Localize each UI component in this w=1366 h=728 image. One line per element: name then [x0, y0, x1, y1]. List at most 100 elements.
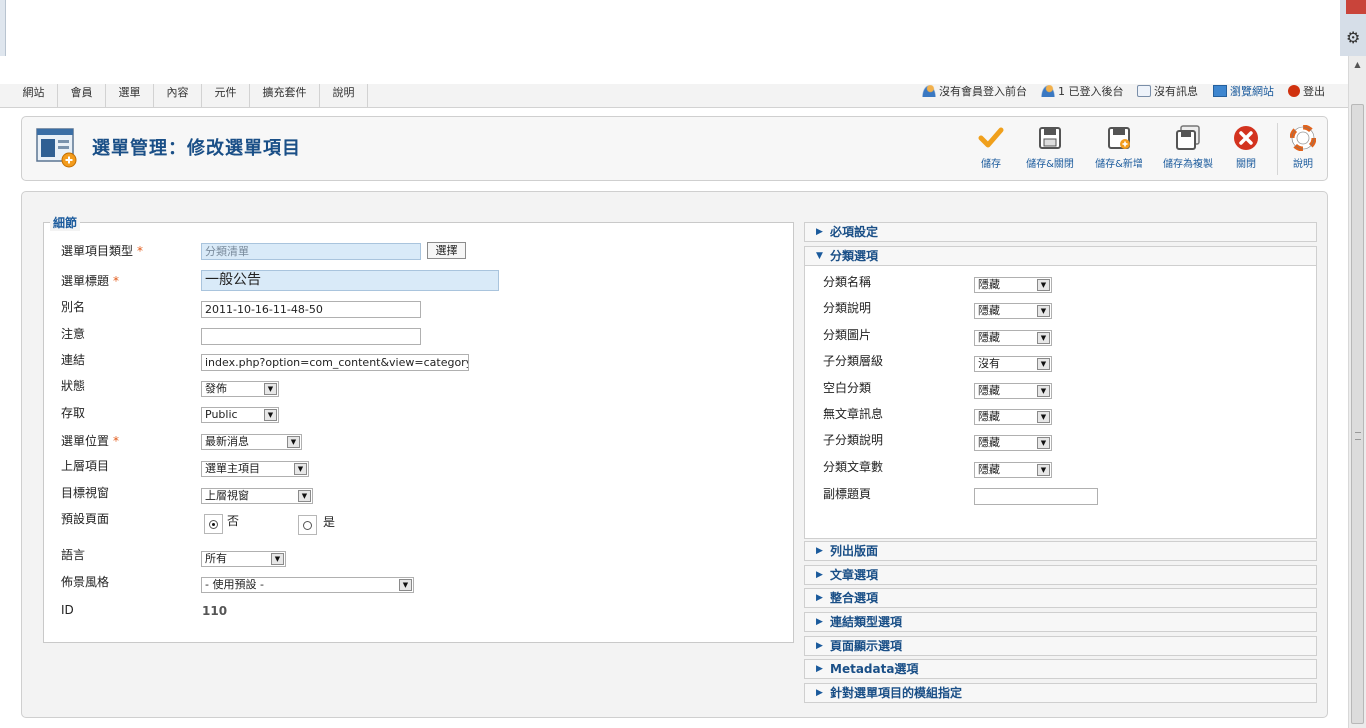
opt-page-subheading-label: 副標題頁 — [823, 487, 872, 501]
collapsed-arrow-icon: ▶ — [816, 641, 823, 651]
link-input: index.php?option=com_content&view=catego… — [201, 354, 469, 371]
title-label: 選單標題 * — [61, 274, 120, 288]
default-yes-label: 是 — [323, 515, 336, 529]
save-label: 儲存 — [981, 159, 1001, 170]
panel-page-display-options[interactable]: ▶ 頁面顯示選項 — [804, 636, 1317, 656]
close-label: 關閉 — [1236, 159, 1256, 170]
dropdown-arrow-icon: ▼ — [1037, 464, 1050, 476]
help-button[interactable]: 說明 — [1286, 125, 1320, 173]
save-button[interactable]: 儲存 — [974, 125, 1008, 173]
opt-category-image-label: 分類圖片 — [823, 328, 872, 342]
dropdown-arrow-icon: ▼ — [1037, 385, 1050, 397]
menu-components[interactable]: 元件 — [202, 84, 250, 108]
collapsed-arrow-icon: ▶ — [816, 664, 823, 674]
scroll-up-arrow-icon[interactable]: ▲ — [1349, 56, 1366, 73]
opt-category-desc-select[interactable]: 隱藏 ▼ — [974, 303, 1052, 319]
select-type-button[interactable]: 選擇 — [427, 242, 466, 259]
menu-help[interactable]: 說明 — [320, 84, 368, 108]
default-page-label: 預設頁面 — [61, 512, 110, 526]
dropdown-arrow-icon: ▼ — [1037, 279, 1050, 291]
view-site-link[interactable]: 瀏覽網站 — [1213, 84, 1274, 100]
dropdown-arrow-icon: ▼ — [287, 436, 300, 448]
collapsed-arrow-icon: ▶ — [816, 570, 823, 580]
gear-icon[interactable]: ⚙ — [1346, 28, 1360, 47]
panel-integration-options[interactable]: ▶ 整合選項 — [804, 588, 1317, 608]
template-style-value: - 使用預設 - — [205, 578, 264, 591]
opt-subcategory-levels-select[interactable]: 沒有 ▼ — [974, 356, 1052, 372]
opt-subcategory-levels-label: 子分類層級 — [823, 354, 884, 368]
panel-article-options-title: 文章選項 — [830, 568, 879, 582]
opt-category-image-value: 隱藏 — [978, 331, 1000, 344]
scrollbar-thumb[interactable] — [1351, 104, 1364, 724]
opt-no-articles-value: 隱藏 — [978, 410, 1000, 423]
template-style-select[interactable]: - 使用預設 - ▼ — [201, 577, 414, 593]
save-new-label: 儲存&新增 — [1095, 159, 1143, 170]
parent-select[interactable]: 選單主項目 ▼ — [201, 461, 309, 477]
logout-link[interactable]: 登出 — [1288, 84, 1325, 100]
panel-category-options[interactable]: ▼ 分類選項 — [804, 246, 1317, 266]
status-frontend-users-text: 沒有會員登入前台 — [939, 85, 1027, 98]
panel-integration-options-title: 整合選項 — [830, 591, 879, 605]
panel-module-assignment[interactable]: ▶ 針對選單項目的模組指定 — [804, 683, 1317, 703]
dropdown-arrow-icon: ▼ — [1037, 332, 1050, 344]
lifebuoy-icon — [1290, 125, 1316, 151]
menu-users[interactable]: 會員 — [58, 84, 106, 108]
opt-empty-categories-select[interactable]: 隱藏 ▼ — [974, 383, 1052, 399]
panel-link-type-options[interactable]: ▶ 連結類型選項 — [804, 612, 1317, 632]
opt-article-count-select[interactable]: 隱藏 ▼ — [974, 462, 1052, 478]
dropdown-arrow-icon: ▼ — [264, 383, 277, 395]
type-field: 分類清單 — [201, 243, 421, 260]
browser-window-edge — [0, 0, 6, 56]
save-new-button[interactable]: 儲存&新增 — [1090, 125, 1148, 173]
close-button[interactable]: 關閉 — [1229, 125, 1263, 173]
panel-article-options[interactable]: ▶ 文章選項 — [804, 565, 1317, 585]
save-close-label: 儲存&關閉 — [1026, 159, 1074, 170]
save-copy-button[interactable]: 儲存為複製 — [1158, 125, 1218, 173]
panel-metadata-options[interactable]: ▶ Metadata選項 — [804, 659, 1317, 679]
menu-content[interactable]: 內容 — [154, 84, 202, 108]
dropdown-arrow-icon: ▼ — [298, 490, 311, 502]
status-select[interactable]: 發佈 ▼ — [201, 381, 279, 397]
menu-extensions[interactable]: 擴充套件 — [250, 84, 320, 108]
dropdown-arrow-icon: ▼ — [1037, 411, 1050, 423]
access-select[interactable]: Public ▼ — [201, 407, 279, 423]
collapsed-arrow-icon: ▶ — [816, 227, 823, 237]
browser-chrome — [0, 0, 1366, 84]
alias-input[interactable]: 2011-10-16-11-48-50 — [201, 301, 421, 318]
save-new-icon — [1108, 127, 1130, 149]
opt-subcategory-levels-value: 沒有 — [978, 357, 1000, 370]
dropdown-arrow-icon: ▼ — [271, 553, 284, 565]
save-close-button[interactable]: 儲存&關閉 — [1021, 125, 1079, 173]
opt-subcategory-desc-value: 隱藏 — [978, 436, 1000, 449]
menu-menus[interactable]: 選單 — [106, 84, 154, 108]
radio-empty-icon — [303, 521, 312, 530]
logout-text: 登出 — [1303, 85, 1325, 98]
target-window-value: 上層視窗 — [205, 489, 249, 502]
status-backend-users: 1 已登入後台 — [1041, 84, 1124, 100]
target-window-select[interactable]: 上層視窗 ▼ — [201, 488, 313, 504]
menu-site[interactable]: 網站 — [10, 84, 58, 108]
collapsed-arrow-icon: ▶ — [816, 688, 823, 698]
window-close-button[interactable] — [1346, 0, 1366, 14]
status-label: 狀態 — [61, 379, 86, 393]
language-select-value: 所有 — [205, 552, 227, 565]
message-icon — [1137, 85, 1151, 97]
opt-category-image-select[interactable]: 隱藏 ▼ — [974, 330, 1052, 346]
panel-list-layout[interactable]: ▶ 列出版面 — [804, 541, 1317, 561]
opt-subcategory-desc-select[interactable]: 隱藏 ▼ — [974, 435, 1052, 451]
opt-no-articles-select[interactable]: 隱藏 ▼ — [974, 409, 1052, 425]
opt-category-title-select[interactable]: 隱藏 ▼ — [974, 277, 1052, 293]
opt-category-desc-label: 分類說明 — [823, 301, 872, 315]
note-input[interactable] — [201, 328, 421, 345]
language-select[interactable]: 所有 ▼ — [201, 551, 286, 567]
target-window-label: 目標視窗 — [61, 486, 110, 500]
title-input[interactable]: 一般公告 — [201, 270, 499, 291]
opt-page-subheading-input[interactable] — [974, 488, 1098, 505]
panel-required-settings[interactable]: ▶ 必項設定 — [804, 222, 1317, 242]
page-scrollbar[interactable]: ▲ — [1348, 56, 1366, 728]
default-yes-radio[interactable] — [298, 515, 317, 535]
menu-location-select[interactable]: 最新消息 ▼ — [201, 434, 302, 450]
scrollbar-grip — [1355, 432, 1361, 440]
default-no-radio[interactable] — [204, 514, 223, 534]
help-label: 說明 — [1293, 159, 1313, 170]
